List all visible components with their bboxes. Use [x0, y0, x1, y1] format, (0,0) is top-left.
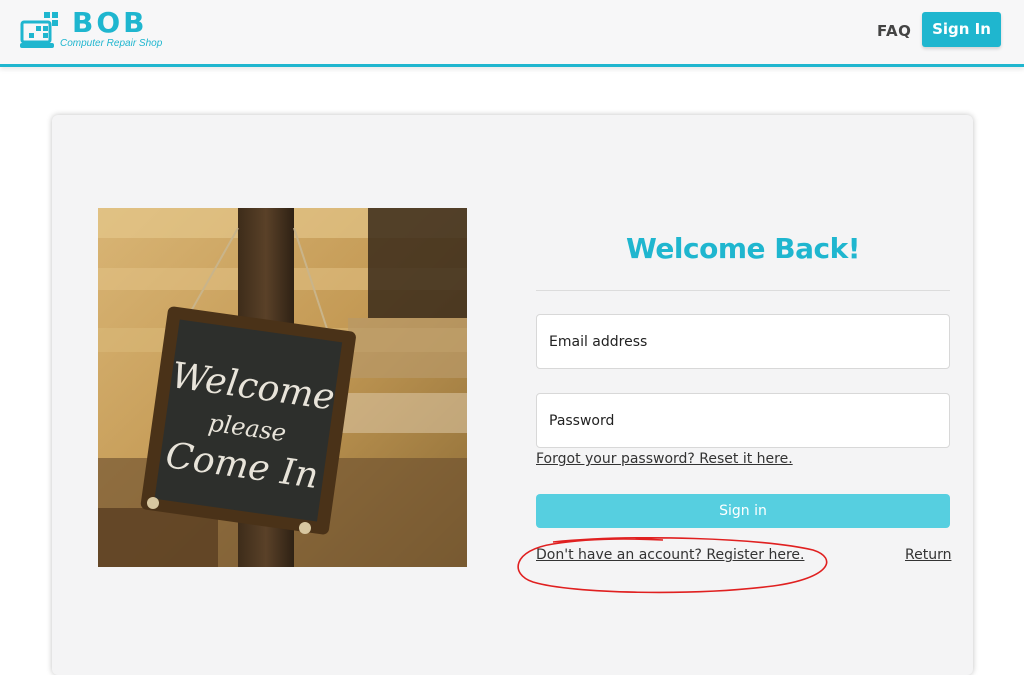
return-link[interactable]: Return	[905, 547, 951, 563]
nav-signin-button[interactable]: Sign In	[922, 12, 1001, 47]
email-input[interactable]	[537, 315, 949, 368]
password-field[interactable]	[536, 393, 950, 448]
email-field[interactable]	[536, 314, 950, 369]
login-card: Welcome please Come In Welcome Back! For…	[52, 115, 973, 675]
page-title: Welcome Back!	[626, 232, 860, 265]
photo-illustration: Welcome please Come In	[98, 208, 467, 567]
logo-name: BOB	[72, 6, 148, 39]
nav-faq-link[interactable]: FAQ	[877, 22, 911, 40]
title-divider	[536, 290, 950, 291]
forgot-password-link[interactable]: Forgot your password? Reset it here.	[536, 451, 793, 467]
logo-tagline: Computer Repair Shop	[60, 38, 163, 49]
laptop-pixel-icon	[20, 12, 58, 48]
password-input[interactable]	[537, 394, 949, 447]
top-navbar: BOB Computer Repair Shop FAQ Sign In	[0, 0, 1024, 67]
register-link[interactable]: Don't have an account? Register here.	[536, 547, 804, 563]
logo[interactable]: BOB Computer Repair Shop	[20, 6, 180, 54]
signin-submit-button[interactable]: Sign in	[536, 494, 950, 528]
welcome-sign-photo: Welcome please Come In	[98, 208, 467, 567]
